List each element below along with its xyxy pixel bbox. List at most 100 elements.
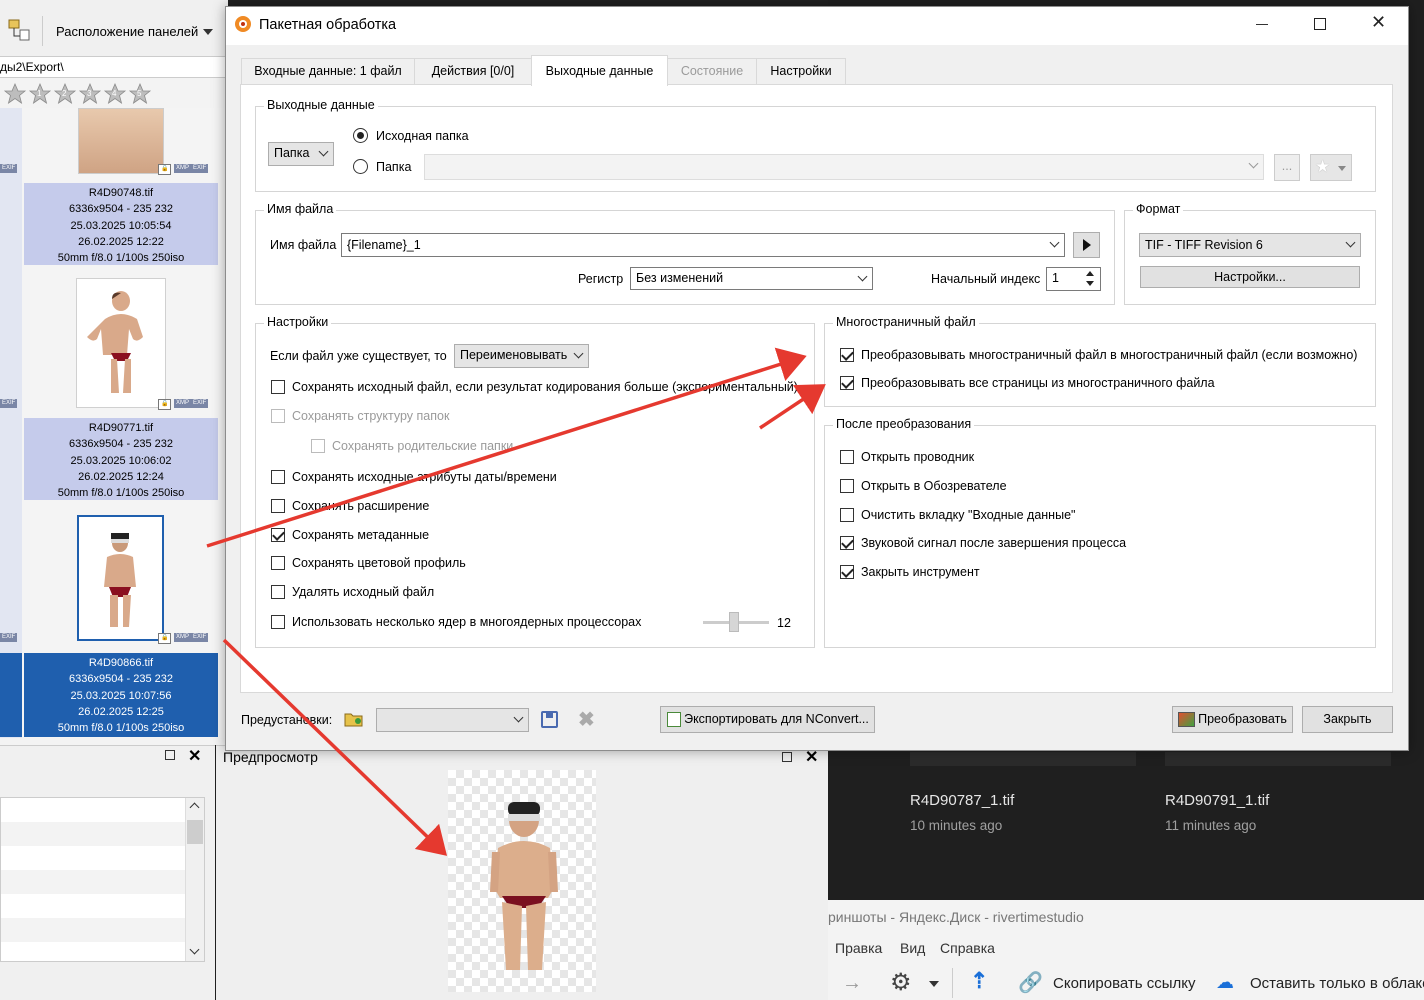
maximize-icon[interactable] xyxy=(1314,18,1326,30)
scroll-thumb[interactable] xyxy=(187,820,203,844)
star-icon: ★ xyxy=(1315,157,1331,176)
open-browser-checkbox[interactable] xyxy=(840,479,854,493)
format-select[interactable]: TIF - TIFF Revision 6 xyxy=(1139,233,1361,257)
disk-card[interactable] xyxy=(1165,752,1391,766)
forward-icon[interactable]: → xyxy=(842,972,862,995)
tab-settings[interactable]: Настройки xyxy=(756,58,846,84)
multicore-checkbox[interactable] xyxy=(271,615,285,629)
gear-icon[interactable]: ⚙ xyxy=(890,968,912,997)
menu-view[interactable]: Вид xyxy=(900,940,925,956)
tab-actions[interactable]: Действия [0/0] xyxy=(414,58,532,84)
disk-file-name[interactable]: R4D90787_1.tif xyxy=(910,792,1014,809)
format-settings-button[interactable]: Настройки... xyxy=(1140,266,1360,288)
open-preset-icon[interactable] xyxy=(344,710,364,728)
layout-dropdown-icon[interactable] xyxy=(203,29,213,35)
spin-down-icon[interactable] xyxy=(1086,281,1094,286)
rating-stars[interactable] xyxy=(3,82,154,105)
favorites-button[interactable]: ★ xyxy=(1310,154,1352,181)
multipage-convert-checkbox[interactable] xyxy=(840,348,854,362)
keep-metadata-checkbox[interactable] xyxy=(271,528,285,542)
thumb-left-strip-selected xyxy=(0,653,22,737)
exists-select[interactable]: Переименовывать xyxy=(454,344,589,368)
multipage-convert-label: Преобразовывать многостраничный файл в м… xyxy=(861,348,1358,362)
menu-edit[interactable]: Правка xyxy=(835,940,882,956)
keep-original-checkbox[interactable] xyxy=(271,380,285,394)
thumb-exif: 50mm f/8.0 1/100s 250iso xyxy=(57,722,185,735)
save-icon[interactable] xyxy=(541,711,558,728)
link-icon[interactable]: 🔗 xyxy=(1018,970,1043,995)
clear-input-label: Очистить вкладку "Входные данные" xyxy=(861,508,1076,522)
cores-value: 12 xyxy=(777,616,791,630)
cloud-icon[interactable]: ☁ xyxy=(1216,972,1234,993)
cores-slider[interactable] xyxy=(703,612,769,632)
minimize-icon[interactable] xyxy=(1256,24,1268,25)
scroll-down-icon[interactable] xyxy=(189,944,200,955)
path-text: ды2\Export\ xyxy=(0,60,64,74)
restore-icon[interactable] xyxy=(165,750,175,760)
leave-cloud-button[interactable]: Оставить только в облаке xyxy=(1250,975,1424,992)
restore-icon[interactable] xyxy=(782,752,792,762)
thumbnail-image[interactable] xyxy=(78,108,164,174)
rating-number: 4 xyxy=(112,89,117,98)
layout-icon[interactable] xyxy=(8,18,32,46)
case-select[interactable]: Без изменений xyxy=(630,267,873,290)
tab-output[interactable]: Выходные данные xyxy=(531,55,668,86)
thumbnail-image[interactable] xyxy=(76,278,166,408)
close-icon[interactable]: ✕ xyxy=(188,746,201,766)
exif-badge: EXIF xyxy=(191,164,209,173)
keep-folder-structure-checkbox[interactable] xyxy=(271,409,285,423)
folder-path-input[interactable] xyxy=(424,154,1264,180)
open-explorer-checkbox[interactable] xyxy=(840,450,854,464)
sound-signal-label: Звуковой сигнал после завершения процесс… xyxy=(861,536,1127,550)
export-nconvert-button[interactable]: Экспортировать для NConvert... xyxy=(660,706,875,733)
keep-parent-folders-checkbox[interactable] xyxy=(311,439,325,453)
start-index-input[interactable]: 1 xyxy=(1046,267,1101,291)
scrollbar[interactable] xyxy=(185,798,204,961)
tab-status[interactable]: Состояние xyxy=(667,58,757,84)
keep-extension-checkbox[interactable] xyxy=(271,499,285,513)
convert-label: Преобразовать xyxy=(1198,712,1287,726)
delete-source-checkbox[interactable] xyxy=(271,585,285,599)
tab-input[interactable]: Входные данные: 1 файл xyxy=(241,58,415,84)
convert-button[interactable]: Преобразовать xyxy=(1172,706,1293,733)
disk-file-name[interactable]: R4D90791_1.tif xyxy=(1165,792,1269,809)
output-type-select[interactable]: Папка xyxy=(268,142,334,166)
keep-date-attrs-checkbox[interactable] xyxy=(271,470,285,484)
keep-color-profile-checkbox[interactable] xyxy=(271,556,285,570)
scroll-up-icon[interactable] xyxy=(189,802,200,813)
close-icon[interactable]: ✕ xyxy=(1371,12,1386,33)
spin-up-icon[interactable] xyxy=(1086,271,1094,276)
exif-badge: EXIF xyxy=(0,164,18,173)
chevron-down-icon[interactable] xyxy=(929,981,939,987)
filename-menu-button[interactable] xyxy=(1073,232,1100,258)
exif-badge: EXIF xyxy=(191,633,209,642)
all-pages-checkbox[interactable] xyxy=(840,376,854,390)
info-list[interactable] xyxy=(0,797,205,962)
output-type-value: Папка xyxy=(274,146,310,160)
browse-button[interactable]: ... xyxy=(1274,154,1300,181)
close-button[interactable]: Закрыть xyxy=(1302,706,1393,733)
keep-extension-label: Сохранять расширение xyxy=(292,499,430,513)
close-tool-checkbox[interactable] xyxy=(840,565,854,579)
thumbnail-image-selected[interactable] xyxy=(77,515,164,641)
clear-input-checkbox[interactable] xyxy=(840,508,854,522)
after-group-title: После преобразования xyxy=(833,417,975,431)
presets-label: Предустановки: xyxy=(241,713,333,727)
menu-help[interactable]: Справка xyxy=(940,940,995,956)
presets-select[interactable] xyxy=(376,708,529,732)
radio-source-label: Исходная папка xyxy=(376,129,469,143)
sound-signal-checkbox[interactable] xyxy=(840,536,854,550)
cores-slider-thumb[interactable] xyxy=(729,612,739,632)
chevron-down-icon xyxy=(1338,166,1346,171)
upload-icon[interactable]: ⇡ xyxy=(970,968,988,994)
filename-group: Имя файла xyxy=(255,202,1115,305)
copy-link-button[interactable]: Скопировать ссылку xyxy=(1053,975,1196,992)
delete-preset-icon[interactable]: ✖ xyxy=(578,707,595,732)
delete-source-label: Удалять исходный файл xyxy=(292,585,435,599)
radio-source-folder[interactable] xyxy=(353,128,368,143)
layout-panels-button[interactable]: Расположение панелей xyxy=(56,24,198,39)
radio-folder[interactable] xyxy=(353,159,368,174)
disk-card[interactable] xyxy=(910,752,1136,766)
filename-input[interactable]: {Filename}_1 xyxy=(341,233,1065,257)
thumb-date: 26.02.2025 12:24 xyxy=(78,470,164,483)
